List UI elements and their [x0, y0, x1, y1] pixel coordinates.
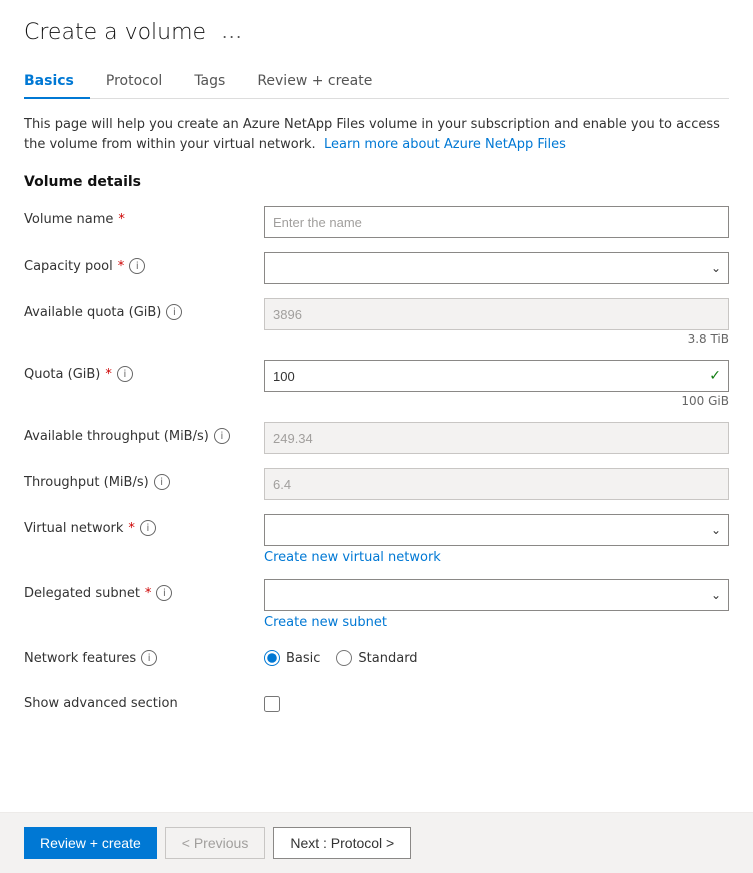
- create-subnet-link[interactable]: Create new subnet: [264, 615, 729, 630]
- show-advanced-checkbox[interactable]: [264, 696, 280, 712]
- delegated-subnet-row: Delegated subnet * i ⌄ Create new subnet: [24, 579, 729, 630]
- virtual-network-control: ⌄ Create new virtual network: [264, 514, 729, 565]
- delegated-subnet-label: Delegated subnet * i: [24, 579, 264, 601]
- throughput-input: [264, 468, 729, 500]
- capacity-pool-label: Capacity pool * i: [24, 252, 264, 274]
- available-throughput-row: Available throughput (MiB/s) i: [24, 422, 729, 454]
- virtual-network-row: Virtual network * i ⌄ Create new virtual…: [24, 514, 729, 565]
- volume-name-control: [264, 206, 729, 238]
- create-virtual-network-link[interactable]: Create new virtual network: [264, 550, 729, 565]
- virtual-network-label: Virtual network * i: [24, 514, 264, 536]
- throughput-control: [264, 468, 729, 500]
- learn-more-link[interactable]: Learn more about Azure NetApp Files: [324, 137, 566, 152]
- network-features-basic-option[interactable]: Basic: [264, 650, 320, 666]
- capacity-pool-control: ⌄: [264, 252, 729, 284]
- required-marker: *: [118, 259, 125, 274]
- show-advanced-checkbox-wrapper: [264, 690, 729, 712]
- tab-basics[interactable]: Basics: [24, 65, 90, 99]
- capacity-pool-select-wrapper: ⌄: [264, 252, 729, 284]
- quota-sub-label: 100 GiB: [264, 394, 729, 408]
- network-features-standard-radio[interactable]: [336, 650, 352, 666]
- available-quota-sub-label: 3.8 TiB: [264, 332, 729, 346]
- available-throughput-input: [264, 422, 729, 454]
- quota-check-icon: ✓: [709, 368, 721, 384]
- required-marker: *: [105, 367, 112, 382]
- throughput-row: Throughput (MiB/s) i: [24, 468, 729, 500]
- network-features-info-icon[interactable]: i: [141, 650, 157, 666]
- available-throughput-control: [264, 422, 729, 454]
- available-quota-label: Available quota (GiB) i: [24, 298, 264, 320]
- network-features-basic-radio[interactable]: [264, 650, 280, 666]
- footer: Review + create < Previous Next : Protoc…: [0, 812, 753, 873]
- quota-label: Quota (GiB) * i: [24, 360, 264, 382]
- available-quota-input: [264, 298, 729, 330]
- show-advanced-row: Show advanced section: [24, 690, 729, 722]
- show-advanced-control: [264, 690, 729, 712]
- info-text: This page will help you create an Azure …: [24, 115, 729, 154]
- available-throughput-label: Available throughput (MiB/s) i: [24, 422, 264, 444]
- page-title: Create a volume: [24, 20, 206, 45]
- quota-input-wrapper: ✓: [264, 360, 729, 392]
- quota-input[interactable]: [264, 360, 729, 392]
- virtual-network-select-wrapper: ⌄: [264, 514, 729, 546]
- volume-name-input[interactable]: [264, 206, 729, 238]
- network-features-control: Basic Standard: [264, 644, 729, 666]
- capacity-pool-info-icon[interactable]: i: [129, 258, 145, 274]
- network-features-label: Network features i: [24, 644, 264, 666]
- network-features-radio-group: Basic Standard: [264, 644, 729, 666]
- quota-control: ✓ 100 GiB: [264, 360, 729, 408]
- virtual-network-select[interactable]: [264, 514, 729, 546]
- delegated-subnet-select[interactable]: [264, 579, 729, 611]
- delegated-subnet-info-icon[interactable]: i: [156, 585, 172, 601]
- network-features-basic-label: Basic: [286, 651, 320, 666]
- available-throughput-info-icon[interactable]: i: [214, 428, 230, 444]
- delegated-subnet-select-wrapper: ⌄: [264, 579, 729, 611]
- network-features-standard-option[interactable]: Standard: [336, 650, 417, 666]
- available-quota-info-icon[interactable]: i: [166, 304, 182, 320]
- available-quota-control: 3.8 TiB: [264, 298, 729, 346]
- network-features-row: Network features i Basic Standard: [24, 644, 729, 676]
- tab-protocol[interactable]: Protocol: [90, 65, 178, 99]
- ellipsis-button[interactable]: ...: [216, 20, 249, 45]
- required-marker: *: [145, 586, 152, 601]
- quota-info-icon[interactable]: i: [117, 366, 133, 382]
- tab-tags[interactable]: Tags: [178, 65, 241, 99]
- throughput-info-icon[interactable]: i: [154, 474, 170, 490]
- available-quota-row: Available quota (GiB) i 3.8 TiB: [24, 298, 729, 346]
- network-features-standard-label: Standard: [358, 651, 417, 666]
- capacity-pool-row: Capacity pool * i ⌄: [24, 252, 729, 284]
- required-marker: *: [118, 212, 125, 227]
- throughput-label: Throughput (MiB/s) i: [24, 468, 264, 490]
- next-protocol-button[interactable]: Next : Protocol >: [273, 827, 411, 859]
- tab-bar: Basics Protocol Tags Review + create: [24, 65, 729, 99]
- volume-name-label: Volume name *: [24, 206, 264, 227]
- virtual-network-info-icon[interactable]: i: [140, 520, 156, 536]
- required-marker: *: [128, 521, 135, 536]
- section-title: Volume details: [24, 174, 729, 190]
- previous-button[interactable]: < Previous: [165, 827, 266, 859]
- capacity-pool-select[interactable]: [264, 252, 729, 284]
- show-advanced-label: Show advanced section: [24, 690, 264, 711]
- volume-name-row: Volume name *: [24, 206, 729, 238]
- review-create-button[interactable]: Review + create: [24, 827, 157, 859]
- tab-review-create[interactable]: Review + create: [241, 65, 388, 99]
- quota-row: Quota (GiB) * i ✓ 100 GiB: [24, 360, 729, 408]
- delegated-subnet-control: ⌄ Create new subnet: [264, 579, 729, 630]
